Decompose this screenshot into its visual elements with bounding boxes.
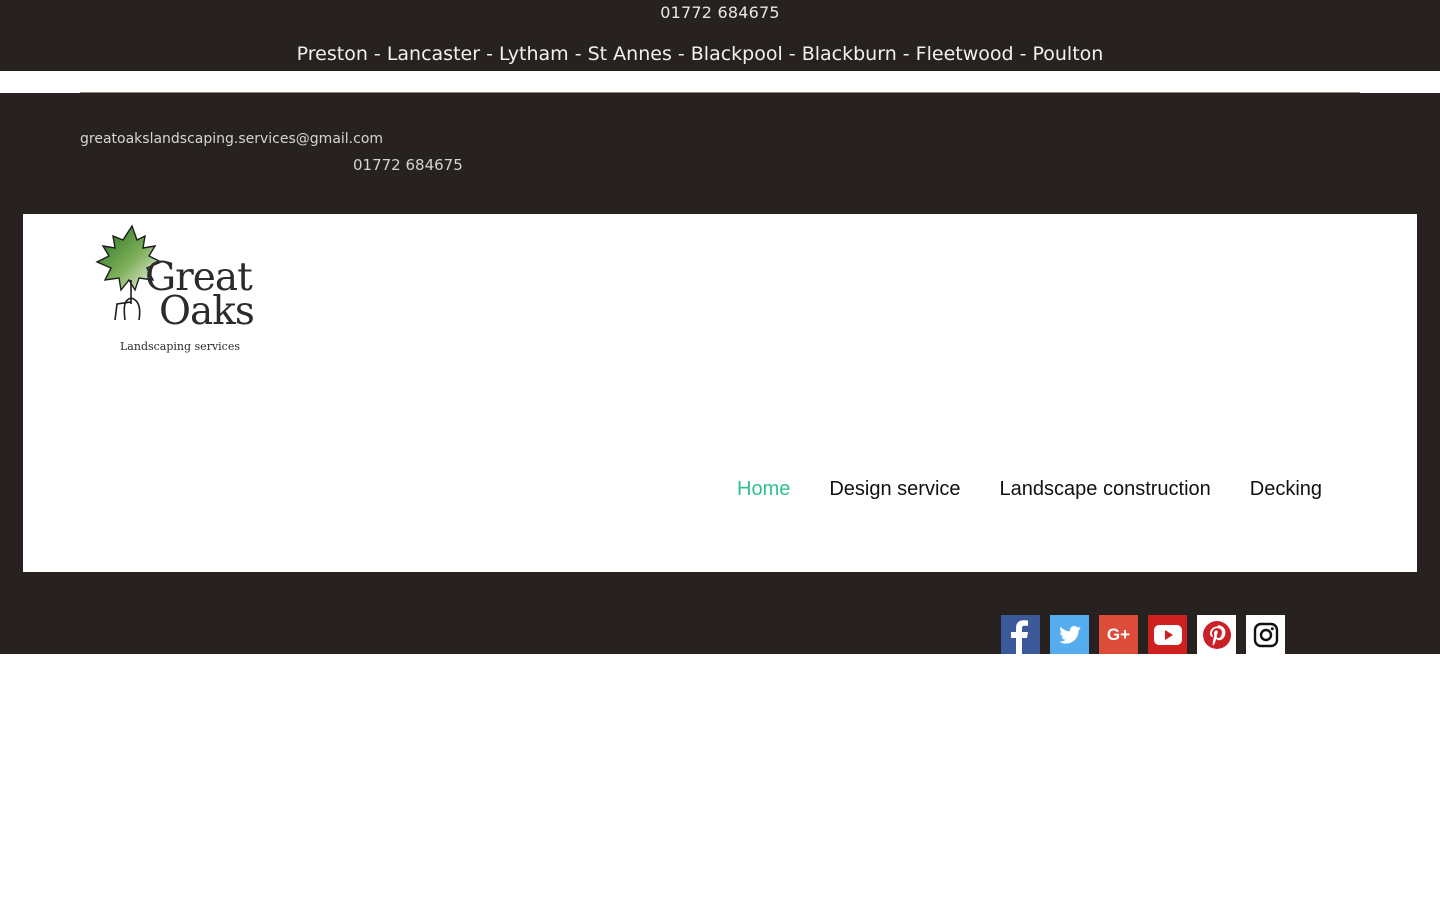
logo[interactable]: Great Oaks Landscaping services [95, 224, 265, 353]
instagram-icon [1253, 622, 1278, 647]
contact-email-link[interactable]: greatoakslandscaping.services@gmail.com [80, 131, 383, 147]
google-plus-button[interactable]: G+ [1099, 615, 1138, 654]
nav-item-design-service[interactable]: Design service [829, 478, 960, 501]
logo-tagline: Landscaping services [120, 340, 240, 353]
nav-item-landscape-construction[interactable]: Landscape construction [1000, 478, 1211, 501]
youtube-icon [1153, 624, 1182, 645]
twitter-button[interactable] [1050, 615, 1089, 654]
main-navigation: Home Design service Landscape constructi… [737, 478, 1361, 501]
youtube-button[interactable] [1148, 615, 1187, 654]
logo-word-oaks: Oaks [159, 289, 255, 334]
header-card: Great Oaks Landscaping services Home Des… [23, 214, 1417, 572]
top-bar: 01772 684675 Preston - Lancaster - Lytha… [0, 0, 1440, 71]
nav-item-decking[interactable]: Decking [1250, 478, 1322, 501]
social-bar: G+ [1001, 615, 1295, 654]
top-phone-number: 01772 684675 [660, 3, 780, 22]
facebook-icon [1011, 620, 1028, 654]
divider-strip [0, 71, 1440, 93]
divider-line [80, 92, 1360, 93]
instagram-button[interactable] [1246, 615, 1285, 654]
contact-phone: 01772 684675 [353, 156, 463, 174]
service-locations: Preston - Lancaster - Lytham - St Annes … [296, 43, 1104, 65]
google-plus-icon: G+ [1106, 624, 1131, 644]
pinterest-icon [1202, 620, 1231, 649]
facebook-button[interactable] [1001, 615, 1040, 654]
pinterest-button[interactable] [1197, 615, 1236, 654]
twitter-icon [1058, 625, 1081, 644]
nav-item-home[interactable]: Home [737, 478, 790, 501]
